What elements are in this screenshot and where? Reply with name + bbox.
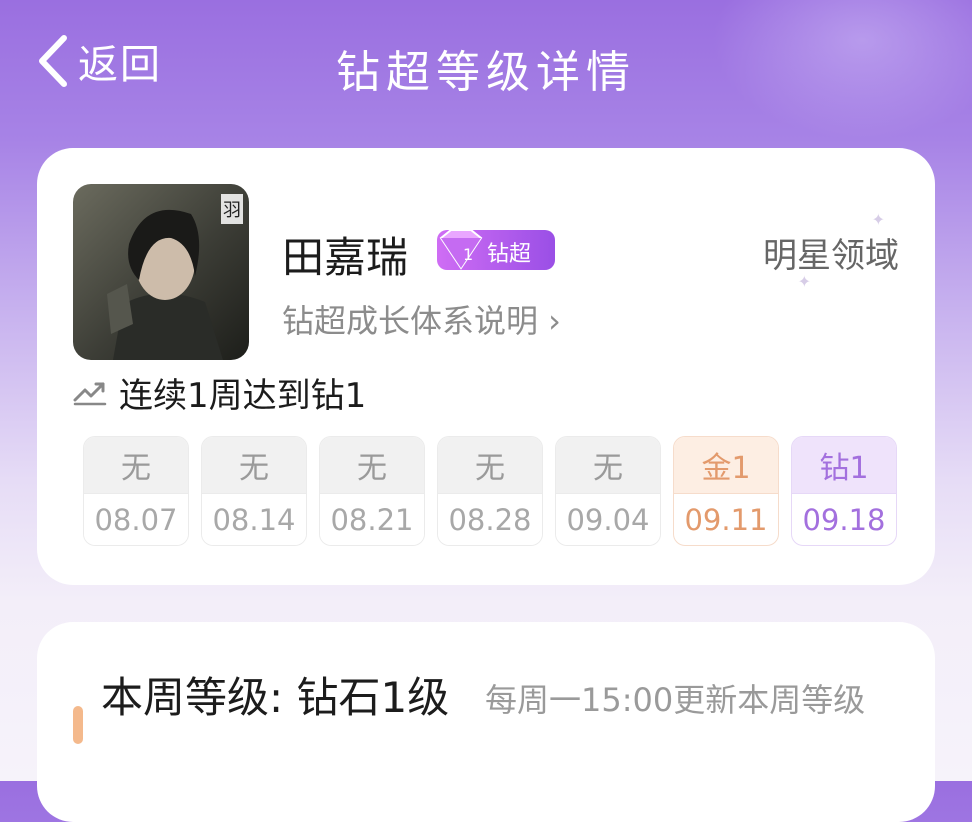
week-cell: 无 08.14 [201,436,307,546]
weekly-level-history: 无 08.07 无 08.14 无 08.21 无 08.28 无 09.04 … [83,436,899,548]
badge-label: 钻超 [487,242,532,267]
trend-icon [73,382,107,405]
week-date: 09.04 [556,493,660,545]
avatar[interactable]: 羽 [73,184,249,360]
week-date: 09.18 [792,493,896,545]
section-marker [73,706,83,744]
week-level: 无 [556,437,660,493]
sparkle-icon: ✦ [871,210,885,229]
week-cell: 无 08.28 [437,436,543,546]
svg-text:1: 1 [463,245,473,264]
week-date: 08.21 [320,493,424,545]
streak-info: 连续1周达到钻1 [73,368,366,417]
week-level: 钻1 [792,437,896,493]
top-bar: 返回 钻超等级详情 [0,0,972,120]
week-level: 金1 [674,437,778,493]
week-cell: 钻1 09.18 [791,436,897,546]
week-level: 无 [320,437,424,493]
sparkle-icon: ✦ [797,272,811,291]
week-cell: 无 09.04 [555,436,661,546]
week-cell: 无 08.07 [83,436,189,546]
current-level-text: 本周等级: 钻石1级 [101,673,450,722]
profile-card: 羽 田嘉瑞 1 钻超 明星领域 ✦ ✦ 钻超成长体系说明 › 连续1周达到钻1 … [37,148,935,585]
realm-label: 明星领域 [763,236,899,276]
page-title: 钻超等级详情 [336,47,636,98]
svg-text:羽: 羽 [223,200,241,221]
update-schedule-text: 每周一15:00更新本周等级 [485,681,866,719]
week-date: 08.07 [84,493,188,545]
week-date: 08.28 [438,493,542,545]
growth-system-link[interactable]: 钻超成长体系说明 › [282,296,561,342]
week-cell: 金1 09.11 [673,436,779,546]
week-level: 无 [84,437,188,493]
diamond-badge: 1 钻超 [437,229,555,270]
week-level: 无 [438,437,542,493]
diamond-icon: 1 [439,229,483,270]
week-date: 08.14 [202,493,306,545]
star-name: 田嘉瑞 [282,233,409,282]
week-level: 无 [202,437,306,493]
current-level-card: 本周等级: 钻石1级 每周一15:00更新本周等级 [37,622,935,822]
week-date: 09.11 [674,493,778,545]
week-cell: 无 08.21 [319,436,425,546]
streak-text: 连续1周达到钻1 [119,376,367,416]
